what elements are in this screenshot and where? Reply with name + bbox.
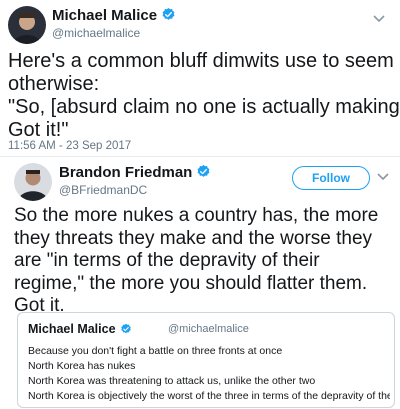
chevron-down-icon[interactable]	[376, 172, 390, 182]
tweet-text-line: "So, [absurd claim no one is actually ma…	[8, 96, 400, 118]
follow-button[interactable]: Follow	[292, 166, 370, 190]
quoted-tweet[interactable]: Michael Malice @michaelmalice Because yo…	[17, 312, 395, 408]
author-name-text[interactable]: Brandon Friedman	[59, 164, 192, 181]
avatar-icon	[14, 163, 52, 201]
tweet-text: So the more nukes a country has, the mor…	[14, 205, 394, 318]
quoted-text-line: Because you don't fight a battle on thre…	[28, 345, 283, 357]
avatar[interactable]	[14, 163, 52, 201]
verified-badge-icon	[196, 164, 211, 183]
author-name[interactable]: Brandon Friedman	[59, 164, 211, 183]
tweet-text-line: are "in terms of the depravity of their	[14, 250, 320, 271]
quoted-tweet-text: Because you don't fight a battle on thre…	[28, 344, 390, 404]
avatar-icon	[8, 6, 46, 44]
quoted-author-handle[interactable]: @michaelmalice	[168, 323, 249, 335]
quoted-text-line: North Korea has nukes	[28, 360, 136, 372]
author-handle[interactable]: @BFriedmanDC	[59, 183, 147, 197]
tweet-text-line: So the more nukes a country has, the mor…	[14, 205, 379, 226]
author-handle[interactable]: @michaelmalice	[52, 26, 140, 40]
verified-badge-icon	[120, 323, 132, 338]
quoted-text-line: North Korea is objectively the worst of …	[28, 390, 390, 402]
author-name[interactable]: Michael Malice	[52, 7, 176, 26]
avatar[interactable]	[8, 6, 46, 44]
tweet-text-line: Got it!"	[8, 119, 69, 141]
tweet-text-line: otherwise:	[8, 73, 100, 95]
quoted-author-name-text[interactable]: Michael Malice	[28, 322, 116, 336]
quoted-author-name[interactable]: Michael Malice	[28, 322, 132, 338]
tweet-text-line: Here's a common bluff dimwits use to see…	[8, 50, 394, 72]
author-name-text[interactable]: Michael Malice	[52, 7, 157, 24]
tweet-text: Here's a common bluff dimwits use to see…	[8, 50, 400, 142]
tweet: Michael Malice @michaelmalice Here's a c…	[0, 0, 400, 156]
tweet-text-line: they threats they make and the worse the…	[14, 227, 373, 249]
timestamp[interactable]: 11:56 AM - 23 Sep 2017	[8, 140, 131, 152]
verified-badge-icon	[161, 7, 176, 26]
quoted-text-line: North Korea was threatening to attack us…	[28, 375, 316, 387]
tweet-text-line: regime," the more you should flatter the…	[14, 272, 368, 294]
chevron-down-icon[interactable]	[372, 14, 386, 24]
